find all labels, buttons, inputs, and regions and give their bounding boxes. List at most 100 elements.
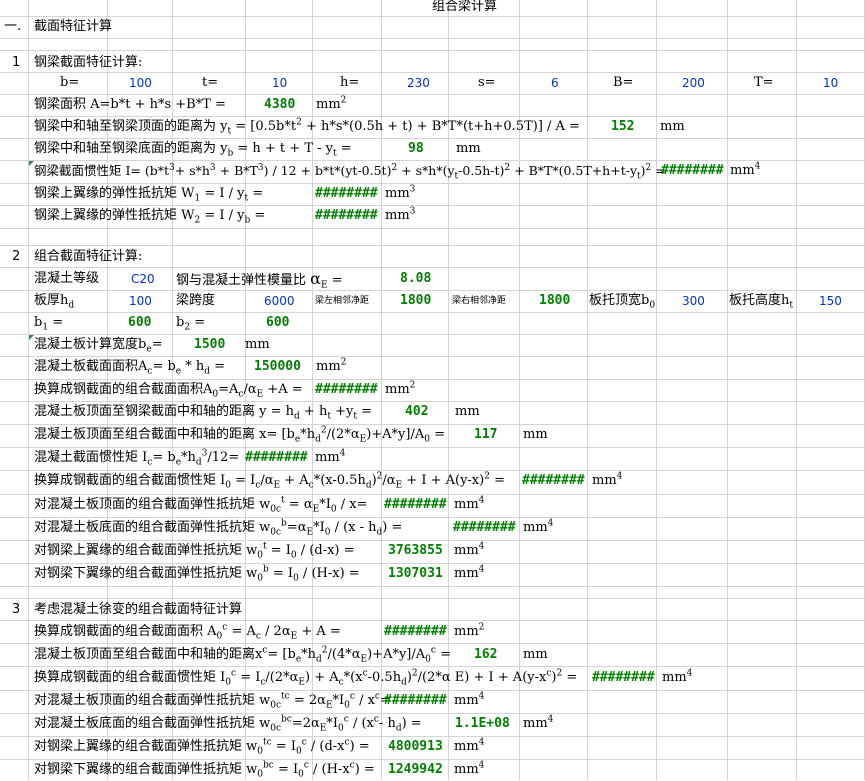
grid-line (28, 0, 29, 780)
haunch-height-value[interactable]: 150 (819, 290, 842, 312)
param-value-b[interactable]: 100 (129, 72, 152, 94)
w0cb-unit: mm4 (523, 518, 554, 535)
param-value-s[interactable]: 6 (551, 72, 559, 94)
grid-line (656, 0, 657, 780)
b2-value[interactable]: 600 (266, 312, 289, 334)
W2-formula: 钢梁上翼缘的弹性抵抗矩 W2 = I / yb = (34, 208, 266, 226)
grid-line (796, 0, 797, 780)
x-formula: 混凝土板顶面至组合截面中和轴的距离 x= [be*hd2/(2*αE)+A*y]… (34, 425, 445, 445)
I0c-formula: 换算成钢截面的组合截面惯性矩 I0c = Ic/(2*αE) + Ac*(xc-… (34, 668, 578, 688)
w0cbc-unit: mm4 (523, 714, 554, 731)
steel-area-unit: mm2 (316, 95, 347, 112)
Ic-formula: 混凝土截面惯性矩 Ic= be*hd3/12= (34, 448, 240, 468)
concrete-grade-label: 混凝土等级 (34, 271, 100, 286)
xc-unit: mm (523, 647, 548, 662)
W2-unit: mm3 (385, 206, 416, 223)
w0ct-value[interactable]: ######## (384, 494, 447, 516)
xc-formula: 混凝土板顶面至组合截面中和轴的距离xc= [be*hd2/(4*αE)+A*y]… (34, 645, 451, 665)
Ac-formula: 混凝土板截面面积Ac= be * hd = (34, 359, 226, 377)
grid-line (0, 38, 865, 39)
w0ctc-value[interactable]: ######## (384, 690, 447, 712)
subsection-number: 1 (12, 55, 21, 70)
w0tc-unit: mm4 (454, 737, 485, 754)
W1-unit: mm3 (385, 184, 416, 201)
y-value[interactable]: 402 (405, 401, 428, 423)
effective-width-label: 混凝土板计算宽度be= (34, 337, 163, 355)
W1-value[interactable]: ######## (315, 183, 378, 205)
A0-formula: 换算成钢截面的组合截面面积A0=Ac/αE +A = (34, 382, 303, 400)
span-label: 梁跨度 (176, 293, 216, 308)
param-value-T[interactable]: 10 (823, 72, 838, 94)
w0ct-formula: 对混凝土板顶面的组合截面弹性抵抗矩 w0ct = αE*I0 / x= (34, 495, 368, 515)
modulus-ratio-value[interactable]: 8.08 (400, 268, 431, 290)
w0t-unit: mm4 (454, 541, 485, 558)
w0tc-value[interactable]: 4800913 (388, 736, 443, 758)
subsection-number: 3 (12, 602, 21, 617)
w0cbc-formula: 对混凝土板底面的组合截面弹性抵抗矩 w0cbc=2αE*I0c / (xc- h… (34, 714, 422, 734)
span-value[interactable]: 6000 (264, 290, 295, 312)
right-clear-value[interactable]: 1800 (539, 290, 570, 312)
haunch-top-width-value[interactable]: 300 (682, 290, 705, 312)
haunch-height-label: 板托高度ht (729, 293, 793, 311)
grid-line (0, 228, 865, 229)
I0-value[interactable]: ######## (522, 470, 585, 492)
w0cb-formula: 对混凝土板底面的组合截面弹性抵抗矩 w0cb=αE*I0 / (x - hd) … (34, 518, 403, 538)
w0ctc-unit: mm4 (454, 691, 485, 708)
Ac-value[interactable]: 150000 (254, 356, 301, 378)
grid-line (0, 586, 865, 587)
A0c-formula: 换算成钢截面的组合截面面积 A0c = Ac / 2αE + A = (34, 622, 341, 642)
slab-thickness-value[interactable]: 100 (129, 290, 152, 312)
param-value-h[interactable]: 230 (407, 72, 430, 94)
A0-value[interactable]: ######## (315, 379, 378, 401)
y-unit: mm (455, 404, 480, 419)
I0-unit: mm4 (592, 471, 623, 488)
w0bc-value[interactable]: 1249942 (388, 759, 443, 781)
w0ct-unit: mm4 (454, 495, 485, 512)
w0t-value[interactable]: 3763855 (388, 540, 443, 562)
grid-line (727, 0, 728, 780)
y-formula: 混凝土板顶面至钢梁截面中和轴的距离 y = hd + ht +yt = (34, 404, 372, 422)
xc-value[interactable]: 162 (474, 644, 497, 666)
right-clear-label: 梁右相邻净距 (452, 296, 507, 306)
Ic-value[interactable]: ######## (245, 447, 308, 469)
param-label-b: b= (60, 75, 80, 90)
yb-value[interactable]: 98 (408, 138, 424, 160)
w0tc-formula: 对钢梁上翼缘的组合截面弹性抵抗矩 w0tc = I0c / (d-xc) = (34, 737, 370, 757)
W2-value[interactable]: ######## (315, 205, 378, 227)
steel-area-label: 钢梁面积 A=b*t + h*s +B*T = (34, 97, 226, 112)
yt-value[interactable]: 152 (611, 116, 634, 138)
I0c-value[interactable]: ######## (592, 667, 655, 689)
b1-value[interactable]: 600 (128, 312, 151, 334)
w0t-formula: 对钢梁上翼缘的组合截面弹性抵抗矩 w0t = I0 / (d-x) = (34, 541, 355, 561)
concrete-grade-value[interactable]: C20 (131, 268, 155, 290)
param-value-B[interactable]: 200 (682, 72, 705, 94)
slab-thickness-label: 板厚hd (34, 293, 75, 311)
effective-width-value[interactable]: 1500 (194, 334, 225, 356)
effective-width-unit: mm (245, 337, 270, 352)
w0cbc-value[interactable]: 1.1E+08 (455, 713, 510, 735)
spreadsheet-grid[interactable]: 组合梁计算 一. 截面特征计算 1 钢梁截面特征计算: b= 100 t= 10… (0, 0, 865, 780)
subsection-label: 组合截面特征计算: (34, 249, 143, 264)
w0cb-value[interactable]: ######## (453, 517, 516, 539)
w0b-formula: 对钢梁下翼缘的组合截面弹性抵抗矩 w0b = I0 / (H-x) = (34, 564, 360, 584)
I-value[interactable]: ######## (661, 160, 724, 182)
w0ctc-formula: 对混凝土板顶面的组合截面弹性抵抗矩 w0ctc = 2αE*I0c / xc= (34, 691, 391, 711)
subsection-label: 考虑混凝土徐变的组合截面特征计算 (34, 602, 243, 617)
I0c-unit: mm4 (662, 668, 693, 685)
param-label-t: t= (202, 75, 219, 90)
haunch-top-width-label: 板托顶宽b0 (589, 293, 656, 311)
modulus-ratio-label: 钢与混凝土弹性模量比 αE = (176, 269, 343, 291)
grid-line (0, 50, 865, 51)
left-clear-label: 梁左相邻净距 (315, 296, 370, 306)
Ac-unit: mm2 (316, 357, 347, 374)
left-clear-value[interactable]: 1800 (400, 290, 431, 312)
A0c-value[interactable]: ######## (384, 621, 447, 643)
x-value[interactable]: 117 (474, 424, 497, 446)
param-value-t[interactable]: 10 (272, 72, 287, 94)
w0b-value[interactable]: 1307031 (388, 563, 443, 585)
grid-line (587, 0, 588, 780)
steel-area-value[interactable]: 4380 (264, 94, 295, 116)
param-label-h: h= (340, 75, 360, 90)
b2-label: b2 = (176, 315, 206, 333)
W1-formula: 钢梁上翼缘的弹性抵抗矩 W1 = I / yt = (34, 186, 264, 204)
